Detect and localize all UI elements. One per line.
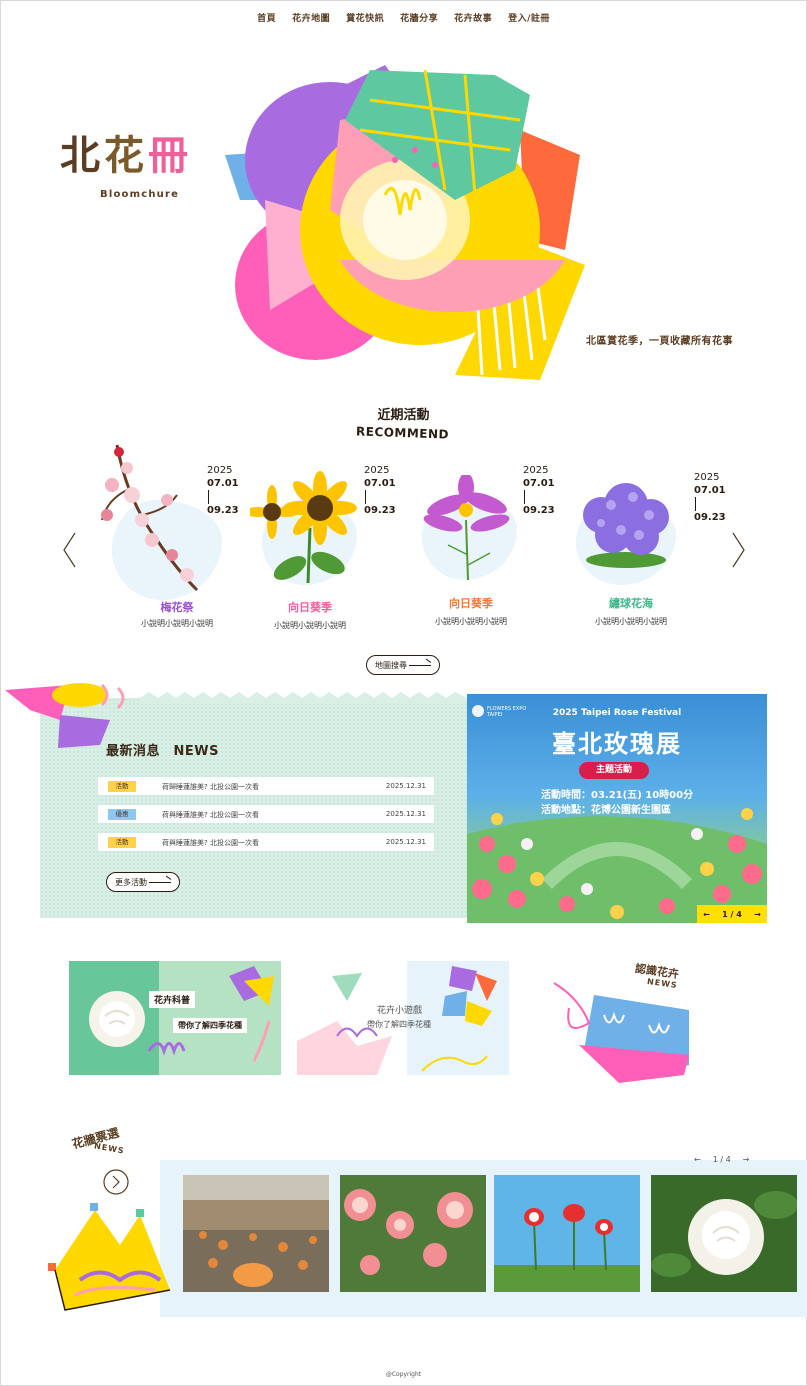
nav-home[interactable]: 首頁 xyxy=(249,11,284,24)
banner-pager: ← 1 / 4 → xyxy=(697,905,767,923)
news-tag: 優惠 xyxy=(108,809,136,820)
event-name: 繡球花海 xyxy=(609,597,653,610)
learn-card-art xyxy=(553,982,689,1083)
vote-pager: ← 1 / 4 → xyxy=(694,1155,749,1164)
event-date: 2025 07.01 09.23 xyxy=(207,464,239,517)
news-tag: 活動 xyxy=(108,781,136,792)
banner-prev-icon[interactable]: ← xyxy=(703,910,710,919)
event-start: 07.01 xyxy=(694,485,726,496)
event-year: 2025 xyxy=(523,465,549,476)
learn-flowers-card[interactable]: 認識花卉 NEWS xyxy=(549,955,709,1085)
more-events-label: 更多活動 xyxy=(115,878,147,887)
banner-page-indicator: 1 / 4 xyxy=(722,909,742,919)
news-text: 荷與睡蓮誰美? 北投公園一次看 xyxy=(162,839,259,847)
banner-zh-title: 臺北玫瑰展 xyxy=(552,729,682,758)
nav-flower-news[interactable]: 賞花快訊 xyxy=(338,11,392,24)
vote-next-icon[interactable]: → xyxy=(743,1155,750,1164)
banner-en-title: 2025 Taipei Rose Festival xyxy=(552,708,682,718)
flower-science-card[interactable]: 花卉科普 帶你了解四季花種 xyxy=(69,961,281,1075)
logo-char-1: 北 xyxy=(60,132,100,179)
hero-slogan: 北區賞花季，一頁收藏所有花事 xyxy=(586,336,733,347)
event-desc: 小說明小說明小說明 xyxy=(274,621,346,630)
event-desc: 小說明小說明小說明 xyxy=(595,617,667,626)
date-divider xyxy=(524,490,525,504)
event-date: 2025 07.01 09.23 xyxy=(364,464,396,517)
game-card-art xyxy=(297,961,509,1075)
game-label: 花卉小遊戲 xyxy=(377,1006,423,1016)
event-date: 2025 07.01 09.23 xyxy=(523,464,555,517)
date-divider xyxy=(695,497,696,511)
nav-flower-wall[interactable]: 花牆分享 xyxy=(392,11,446,24)
event-name: 向日葵季 xyxy=(449,597,493,610)
event-card-hydrangea[interactable]: 2025 07.01 09.23 繡球花海 小說明小說明小說明 xyxy=(566,440,736,640)
nav-flower-map[interactable]: 花卉地圖 xyxy=(284,11,338,24)
event-desc: 小說明小說明小說明 xyxy=(435,617,507,626)
flower-game-card[interactable]: 花卉小遊戲 帶你了解四季花種 xyxy=(297,961,509,1075)
arrow-right-icon xyxy=(149,882,171,883)
event-start: 07.01 xyxy=(364,478,396,489)
event-end: 09.23 xyxy=(207,505,239,516)
news-tag: 活動 xyxy=(108,837,136,848)
event-date: 2025 07.01 09.23 xyxy=(694,471,726,524)
recommend-title: 近期活動 xyxy=(377,408,430,423)
map-search-button[interactable]: 地圖搜尋 xyxy=(366,655,440,675)
science-text: 帶你了解四季花種 xyxy=(173,1018,247,1033)
event-start: 07.01 xyxy=(523,478,555,489)
vote-photo-white-rose[interactable] xyxy=(651,1175,797,1292)
crown-icon xyxy=(48,1203,171,1311)
carousel-prev-icon[interactable] xyxy=(60,530,80,570)
cosmos-image xyxy=(423,475,510,581)
vote-arrow-icon[interactable] xyxy=(102,1168,130,1196)
map-search-label: 地圖搜尋 xyxy=(375,661,407,670)
news-text: 荷歸睡蓮誰美? 北投公園一次看 xyxy=(162,783,259,791)
event-year: 2025 xyxy=(364,465,390,476)
logo-char-3: 冊 xyxy=(148,132,188,179)
vote-photo-daylily[interactable] xyxy=(183,1175,329,1292)
arrow-right-icon xyxy=(409,665,431,666)
vote-page-indicator: 1 / 4 xyxy=(712,1155,731,1164)
game-text: 帶你了解四季花種 xyxy=(367,1020,431,1029)
nav-login[interactable]: 登入/註冊 xyxy=(500,11,558,24)
news-date: 2025.12.31 xyxy=(385,810,426,818)
event-start: 07.01 xyxy=(207,478,239,489)
banner-place: 活動地點：花博公園新生園區 xyxy=(541,805,671,816)
logo-mark: 北 花 冊 xyxy=(60,134,200,178)
hero-abstract-flower-art xyxy=(225,65,585,380)
logo-subtitle: Bloomchure xyxy=(100,189,180,200)
vote-prev-icon[interactable]: ← xyxy=(694,1155,701,1164)
banner-tag: 主題活動 xyxy=(579,762,649,779)
event-end: 09.23 xyxy=(523,505,555,516)
news-title: 最新消息 NEWS xyxy=(106,744,219,759)
event-year: 2025 xyxy=(207,465,233,476)
news-item[interactable]: 優惠 荷與睡蓮誰美? 北投公園一次看 2025.12.31 xyxy=(98,805,434,823)
site-logo[interactable]: 北 花 冊 Bloomchure xyxy=(60,134,200,201)
zigzag-edge xyxy=(140,692,467,704)
science-label: 花卉科普 xyxy=(149,991,196,1008)
logo-char-2: 花 xyxy=(104,132,144,179)
news-text: 荷與睡蓮誰美? 北投公園一次看 xyxy=(162,811,259,819)
event-end: 09.23 xyxy=(694,512,726,523)
event-end: 09.23 xyxy=(364,505,396,516)
plum-blossom-image xyxy=(101,444,199,592)
event-year: 2025 xyxy=(694,472,720,483)
nav-flower-story[interactable]: 花卉故事 xyxy=(446,11,500,24)
hydrangea-image xyxy=(583,483,669,568)
news-item[interactable]: 活動 荷與睡蓮誰美? 北投公園一次看 2025.12.31 xyxy=(98,833,434,851)
news-date: 2025.12.31 xyxy=(385,782,426,790)
vote-photo-rose-pink[interactable] xyxy=(340,1175,486,1292)
footer-copyright: @Copyright xyxy=(385,1371,422,1378)
more-events-button[interactable]: 更多活動 xyxy=(106,872,180,892)
event-name: 向日葵季 xyxy=(288,601,332,614)
banner-time: 活動時間：03.21(五) 10時00分 xyxy=(541,790,694,801)
banner-next-icon[interactable]: → xyxy=(754,910,761,919)
sunflower-image xyxy=(250,471,357,584)
rose-festival-banner[interactable]: FLOWERS EXPO TAIPEI 2025 Taipei Rose Fes… xyxy=(467,694,767,923)
vote-photo-tulip[interactable] xyxy=(494,1175,640,1292)
main-nav: 首頁 花卉地圖 賞花快訊 花牆分享 花卉故事 登入/註冊 xyxy=(0,11,807,24)
date-divider xyxy=(365,490,366,504)
date-divider xyxy=(208,490,209,504)
news-item[interactable]: 活動 荷歸睡蓮誰美? 北投公園一次看 2025.12.31 xyxy=(98,777,434,795)
news-date: 2025.12.31 xyxy=(385,838,426,846)
